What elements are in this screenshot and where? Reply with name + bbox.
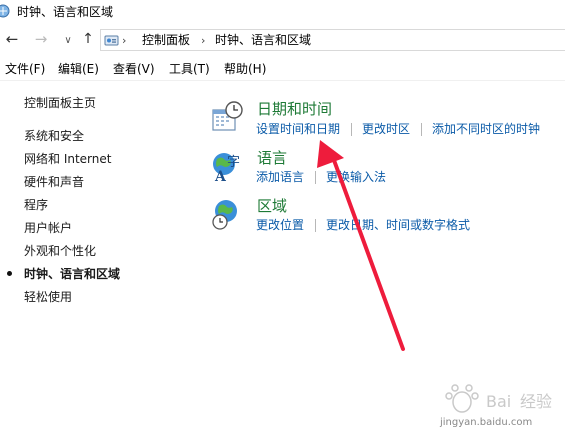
menu-tools[interactable]: 工具(T) [169,62,210,77]
sidebar-item-appearance[interactable]: 外观和个性化 [24,243,96,259]
breadcrumb-chevron-icon[interactable]: › [201,33,205,48]
region-globe-clock-icon[interactable] [211,198,243,230]
back-arrow-icon[interactable]: ← [4,31,20,47]
sidebar-item-hardware-sound[interactable]: 硬件和声音 [24,174,84,190]
navigation-bar: ← → ∨ ↑ › 控制面板 › 时钟、语言和区域 [0,27,565,53]
watermark-text: jingyan.baidu.com [440,417,533,428]
menu-help[interactable]: 帮助(H) [224,62,266,77]
breadcrumb-chevron-icon[interactable]: › [122,33,126,48]
sidebar-item-programs[interactable]: 程序 [24,197,48,213]
breadcrumb-control-panel[interactable]: 控制面板 [142,33,190,48]
link-divider [315,219,316,232]
svg-text:A: A [214,169,227,182]
menu-edit[interactable]: 编辑(E) [58,62,99,77]
breadcrumb-current[interactable]: 时钟、语言和区域 [215,33,311,48]
sidebar-item-system-security[interactable]: 系统和安全 [24,128,84,144]
link-divider [421,123,422,136]
svg-text:字: 字 [227,155,240,170]
recent-locations-chevron-icon[interactable]: ∨ [60,33,76,49]
title-bar: 时钟、语言和区域 [0,0,565,27]
svg-text:经验: 经验 [520,392,552,411]
sidebar-item-user-accounts[interactable]: 用户帐户 [24,220,72,236]
menu-bar: 文件(F) 编辑(E) 查看(V) 工具(T) 帮助(H) [0,58,565,81]
control-panel-icon [104,35,119,46]
up-arrow-icon[interactable]: ↑ [80,31,96,47]
control-panel-icon [0,4,10,18]
sidebar-home-link[interactable]: 控制面板主页 [24,95,96,111]
link-set-time-date[interactable]: 设置时间和日期 [256,122,340,137]
link-change-location[interactable]: 更改位置 [256,218,304,233]
forward-arrow-icon[interactable]: → [33,31,49,47]
menu-view[interactable]: 查看(V) [113,62,155,77]
link-divider [315,171,316,184]
sidebar-item-clock-language-region: 时钟、语言和区域 [24,267,121,281]
category-title-date-time[interactable]: 日期和时间 [257,100,332,119]
link-change-timezone[interactable]: 更改时区 [362,122,410,137]
link-add-language[interactable]: 添加语言 [256,170,304,185]
category-title-language[interactable]: 语言 [257,149,287,168]
current-item-bullet-icon [7,271,12,276]
sidebar-item-ease-of-access[interactable]: 轻松使用 [24,289,72,305]
link-change-date-time-number-format[interactable]: 更改日期、时间或数字格式 [326,218,470,233]
sidebar-item-network-internet[interactable]: 网络和 Internet [24,151,111,167]
window-title: 时钟、语言和区域 [17,5,114,19]
category-title-region[interactable]: 区域 [257,197,287,216]
link-add-clocks[interactable]: 添加不同时区的时钟 [432,122,540,137]
language-globe-icon[interactable]: 字 A [211,150,243,182]
svg-text:Bai: Bai [486,392,511,411]
calendar-clock-icon[interactable] [211,101,243,133]
link-change-input-method[interactable]: 更换输入法 [326,170,386,185]
link-divider [351,123,352,136]
menu-file[interactable]: 文件(F) [5,62,45,77]
address-bar[interactable]: › 控制面板 › 时钟、语言和区域 [100,29,565,51]
